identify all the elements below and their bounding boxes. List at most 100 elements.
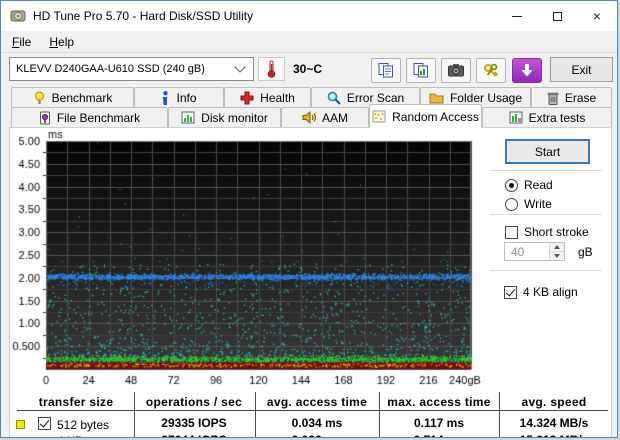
info-icon (161, 91, 170, 105)
col-avg-access: avg. access time (257, 395, 377, 409)
title-bar: HD Tune Pro 5.70 - Hard Disk/SSD Utility… (1, 1, 617, 31)
minimize-button[interactable] (497, 1, 537, 31)
maximize-button[interactable] (537, 1, 577, 31)
tab-aam[interactable]: AAM (281, 107, 369, 127)
short-stroke-checkbox[interactable]: Short stroke (505, 225, 589, 239)
partial-avg-access-value: 0.036 ms (257, 433, 377, 438)
stroke-size-stepper[interactable]: 40 (504, 242, 565, 261)
extra-tests-icon (509, 111, 523, 124)
update-button[interactable] (512, 58, 542, 83)
menu-help[interactable]: Help (40, 33, 83, 51)
tab-health[interactable]: Health (224, 87, 311, 107)
read-radio[interactable]: Read (505, 178, 553, 192)
random-access-chart (1, 129, 501, 387)
column-divider (499, 392, 500, 438)
disk-monitor-icon (181, 111, 195, 124)
keys-icon (482, 62, 500, 79)
drive-select[interactable]: KLEVV D240GAA-U610 SSD (240 gB) (9, 57, 254, 81)
copy-image-icon (412, 62, 430, 79)
start-button[interactable]: Start (505, 139, 590, 164)
start-label: Start (535, 145, 560, 159)
column-divider (255, 392, 256, 438)
copy-text-button[interactable] (371, 58, 401, 83)
copy-image-button[interactable] (406, 58, 436, 83)
tab-file-benchmark[interactable]: File Benchmark (11, 107, 168, 127)
tab-disk-monitor-label: Disk monitor (201, 111, 268, 125)
tab-random-access[interactable]: Random Access (369, 104, 482, 128)
tab-extra-tests[interactable]: Extra tests (482, 107, 612, 127)
tab-erase[interactable]: Erase (531, 87, 612, 107)
ops-value: 29335 IOPS (134, 416, 254, 430)
short-stroke-checkbox-control[interactable] (505, 226, 518, 239)
tab-file-benchmark-label: File Benchmark (57, 111, 140, 125)
separator (490, 170, 602, 171)
speaker-icon (302, 111, 316, 124)
screenshot-button[interactable] (441, 58, 471, 83)
tab-aam-label: AAM (322, 111, 348, 125)
tab-benchmark[interactable]: Benchmark (11, 87, 134, 107)
partial-row-label: 4 KB (57, 434, 83, 438)
download-arrow-icon (519, 63, 535, 78)
partial-ops-value: 27644 IOPS (134, 433, 254, 438)
maximize-icon (553, 12, 562, 21)
align-checkbox-control[interactable] (504, 286, 517, 299)
tab-health-label: Health (260, 91, 295, 105)
tab-extra-tests-label: Extra tests (529, 111, 586, 125)
tab-folder-usage-label: Folder Usage (450, 91, 522, 105)
tab-random-access-label: Random Access (392, 110, 479, 124)
separator (490, 270, 602, 271)
exit-button[interactable]: Exit (550, 57, 613, 82)
column-divider (379, 392, 380, 438)
magnifier-icon (327, 91, 341, 105)
read-radio-control[interactable] (505, 179, 518, 192)
thermometer-icon (265, 59, 278, 79)
random-access-icon (372, 110, 386, 123)
app-icon (10, 8, 26, 24)
4kb-align-checkbox[interactable]: 4 KB align (504, 285, 578, 299)
benchmark-icon (33, 91, 46, 105)
trash-icon (547, 91, 559, 105)
chevron-down-icon (234, 61, 245, 72)
close-button[interactable]: × (577, 1, 617, 31)
write-radio-control[interactable] (505, 198, 518, 211)
exit-label: Exit (571, 63, 591, 77)
temperature-button[interactable] (258, 57, 285, 81)
options-button[interactable] (476, 58, 506, 83)
tab-benchmark-label: Benchmark (52, 91, 113, 105)
avg-access-value: 0.034 ms (257, 416, 377, 430)
stepper-up-icon[interactable] (550, 243, 564, 252)
partial-max-access-value: 0.714 ms (379, 433, 499, 438)
menu-file[interactable]: File (3, 33, 40, 51)
write-radio[interactable]: Write (505, 197, 552, 211)
stroke-size-value: 40 (505, 243, 549, 260)
stroke-unit-label: gB (578, 245, 593, 259)
write-label: Write (524, 197, 552, 211)
close-icon: × (593, 9, 601, 23)
series-marker-512b (16, 420, 25, 429)
align-label: 4 KB align (523, 285, 578, 299)
copy-text-icon (377, 62, 395, 79)
col-transfer-size: transfer size (16, 395, 136, 409)
partial-avg-speed-value: 15.313 MB/s (500, 433, 608, 438)
col-avg-speed: avg. speed (500, 395, 608, 409)
temperature-value: 30~C (293, 62, 322, 76)
tab-info[interactable]: Info (134, 87, 224, 107)
read-label: Read (524, 178, 553, 192)
drive-select-value: KLEVV D240GAA-U610 SSD (240 gB) (10, 63, 232, 75)
file-benchmark-icon (39, 111, 51, 125)
stepper-down-icon[interactable] (550, 252, 564, 260)
row-checkbox-control[interactable] (38, 417, 51, 430)
camera-icon (447, 63, 465, 78)
app-window: HD Tune Pro 5.70 - Hard Disk/SSD Utility… (0, 0, 618, 438)
tab-info-label: Info (176, 91, 196, 105)
table-header-rule (17, 410, 608, 411)
column-divider (134, 392, 135, 438)
separator (490, 214, 602, 215)
short-stroke-label: Short stroke (524, 225, 589, 239)
col-operations: operations / sec (134, 395, 254, 409)
minimize-icon (512, 16, 522, 17)
window-title: HD Tune Pro 5.70 - Hard Disk/SSD Utility (33, 9, 253, 23)
tab-disk-monitor[interactable]: Disk monitor (168, 107, 281, 127)
menu-bar: File Help (1, 31, 617, 53)
health-cross-icon (240, 91, 254, 105)
